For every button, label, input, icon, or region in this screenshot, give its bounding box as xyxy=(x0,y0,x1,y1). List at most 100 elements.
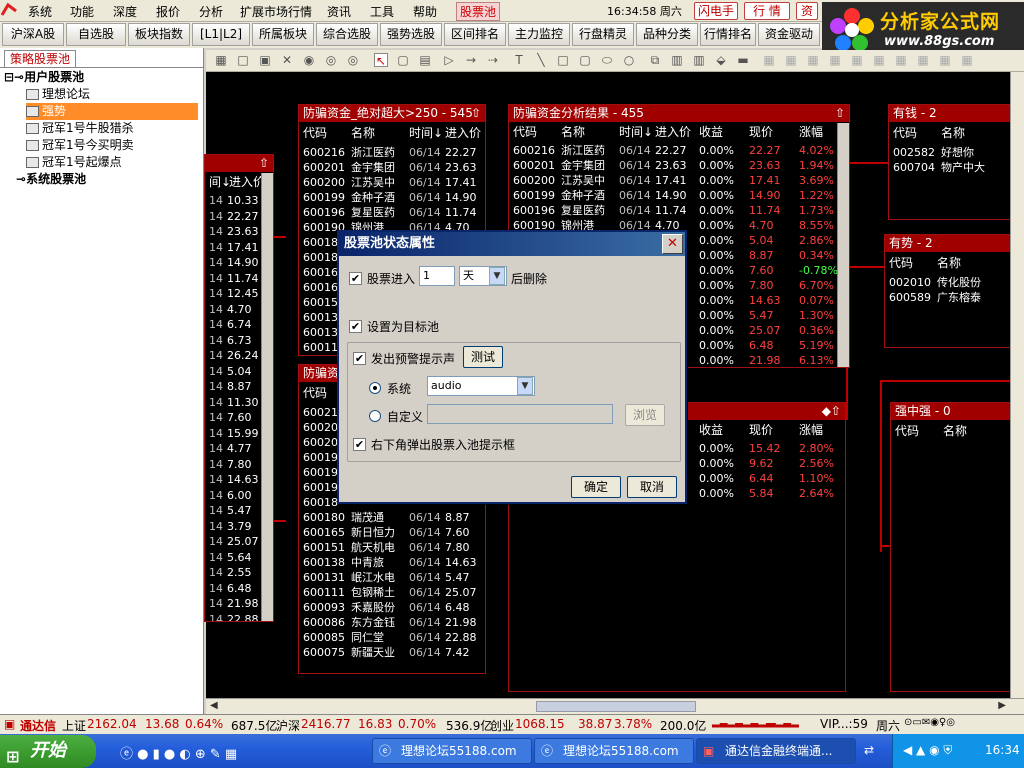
tab-combined-select[interactable]: 综合选股 xyxy=(316,23,378,46)
days-input[interactable]: 1 xyxy=(419,266,455,286)
popup-checkbox[interactable]: ✔ xyxy=(353,438,366,451)
test-button[interactable]: 测试 xyxy=(463,346,503,368)
close-button[interactable]: ✕ xyxy=(662,234,683,254)
col-header[interactable]: 代码 xyxy=(889,254,913,271)
col-header[interactable]: 进入价 xyxy=(229,173,265,190)
tree-item-champion-2[interactable]: 冠军1号今买明卖 xyxy=(26,137,134,154)
col-header[interactable]: 进入价 xyxy=(445,124,481,141)
taskbar-item-browser-1[interactable]: ⓔ 理想论坛55188.com xyxy=(372,738,532,764)
quicklaunch-icons[interactable]: ⓔ ● ▮ ● ◐ ⊕ ✎ ▦ xyxy=(120,743,237,762)
rect-icon[interactable]: □ xyxy=(556,53,570,67)
stop-icon[interactable]: ◎ xyxy=(346,53,360,67)
align-icon[interactable]: ▦ xyxy=(960,53,974,67)
tree-item-lixiang[interactable]: 理想论坛 xyxy=(26,86,90,103)
menu-stock-pool[interactable]: 股票池 xyxy=(456,2,501,21)
custom-radio[interactable] xyxy=(369,410,381,422)
col-header[interactable]: 涨幅 xyxy=(799,421,823,438)
col-header[interactable]: 时间↓ xyxy=(619,123,653,140)
col-header[interactable]: 现价 xyxy=(749,123,773,140)
cancel-button[interactable]: 取消 xyxy=(627,476,677,498)
tab-main-monitor[interactable]: 主力监控 xyxy=(508,23,570,46)
dialog-title-bar[interactable]: 股票池状态属性 xyxy=(339,232,685,256)
align-icon[interactable]: ▦ xyxy=(916,53,930,67)
align-icon[interactable]: ▦ xyxy=(894,53,908,67)
menu-news[interactable]: 资讯 xyxy=(327,3,351,20)
pool-panel-left[interactable]: ⇧ 间↓ 进入价 14 10.33 14 22.27 14 23.63 14 17.41 14 1… xyxy=(204,154,274,622)
tab-sector-index[interactable]: 板块指数 xyxy=(128,23,190,46)
start-button[interactable]: ⊞ 开始 xyxy=(0,735,96,768)
col-header[interactable]: 涨幅 xyxy=(799,123,823,140)
up-arrow-icon[interactable]: ◆⇧ xyxy=(822,403,841,420)
align-icon[interactable]: ▦ xyxy=(762,53,776,67)
flash-trade-button[interactable]: 闪电手 xyxy=(694,2,738,20)
line-icon[interactable]: ╲ xyxy=(534,53,548,67)
ellipse-icon[interactable]: ⬭ xyxy=(600,53,614,67)
chevron-down-icon[interactable]: ▼ xyxy=(517,377,533,395)
menu-depth[interactable]: 深度 xyxy=(113,3,137,20)
scroll-left-icon[interactable]: ◀ xyxy=(210,700,218,711)
browse-button[interactable]: 浏览 xyxy=(625,404,665,426)
align-icon[interactable]: ▦ xyxy=(806,53,820,67)
col-header[interactable]: 现价 xyxy=(749,421,773,438)
col-header[interactable]: 代码 xyxy=(893,124,917,141)
col-header[interactable]: 名称 xyxy=(561,123,585,140)
paint-icon[interactable]: ⬙ xyxy=(714,53,728,67)
col-header[interactable]: 代码 xyxy=(513,123,537,140)
tab-market-sprite[interactable]: 行盘精灵 xyxy=(572,23,634,46)
col-header[interactable]: 时间↓ xyxy=(409,124,443,141)
triangle-icon[interactable]: ▷ xyxy=(442,53,456,67)
col-header[interactable]: 代码 xyxy=(895,422,919,439)
tab-l1-l2[interactable]: [L1|L2] xyxy=(192,23,250,46)
link-icon[interactable]: ⇢ xyxy=(486,53,500,67)
tree-system-pool[interactable]: ⊸系统股票池 xyxy=(16,171,86,188)
up-arrow-icon[interactable]: ⇧ xyxy=(471,105,481,122)
menu-extended-market[interactable]: 扩展市场行情 xyxy=(240,3,312,20)
tray-icons[interactable]: ◀ ▲ ◉ ⛨ xyxy=(903,743,952,758)
copy-icon[interactable]: ⧉ xyxy=(648,53,662,67)
col-header[interactable]: 代码 xyxy=(303,124,327,141)
menu-quote[interactable]: 报价 xyxy=(156,3,180,20)
align-icon[interactable]: ▦ xyxy=(872,53,886,67)
tree-item-champion-3[interactable]: 冠军1号起爆点 xyxy=(26,154,122,171)
tab-quote-rank[interactable]: 行情排名 xyxy=(700,23,756,46)
taskbar-toggle[interactable]: ⇄ xyxy=(864,743,874,757)
scrollbar[interactable] xyxy=(261,173,273,621)
taskbar-item-tdx[interactable]: ▣ 通达信金融终端通... xyxy=(696,738,856,764)
info-button[interactable]: 资 xyxy=(796,2,818,20)
scroll-thumb[interactable] xyxy=(536,701,696,712)
menu-function[interactable]: 功能 xyxy=(70,3,94,20)
tree-item-champion-1[interactable]: 冠军1号牛股猎杀 xyxy=(26,120,134,137)
tree-user-pool[interactable]: ⊟⊸用户股票池 xyxy=(4,69,84,86)
tab-sector[interactable]: 所属板块 xyxy=(252,23,314,46)
tab-range-rank[interactable]: 区间排名 xyxy=(444,23,506,46)
target-pool-checkbox[interactable]: ✔ xyxy=(349,320,362,333)
circle-icon[interactable]: ○ xyxy=(622,53,636,67)
up-arrow-icon[interactable]: ⇧ xyxy=(259,155,269,172)
tab-capital-drive[interactable]: 资金驱动 xyxy=(758,23,820,46)
col-header[interactable]: 名称 xyxy=(941,124,965,141)
tray-icons[interactable]: ⊙▭✉◉♀◎ xyxy=(904,717,955,728)
arrow-icon[interactable]: → xyxy=(464,53,478,67)
col-header[interactable]: 收益 xyxy=(699,421,723,438)
tab-hs-a[interactable]: 沪深A股 xyxy=(2,23,64,46)
col-header[interactable]: 名称 xyxy=(937,254,961,271)
doc-icon[interactable]: ▤ xyxy=(418,53,432,67)
tab-category[interactable]: 品种分类 xyxy=(636,23,698,46)
menu-system[interactable]: 系统 xyxy=(28,3,52,20)
align-icon[interactable]: ▦ xyxy=(828,53,842,67)
shape-icon[interactable]: ▢ xyxy=(396,53,410,67)
menu-help[interactable]: 帮助 xyxy=(413,3,437,20)
tab-watchlist[interactable]: 自选股 xyxy=(66,23,126,46)
tab-strategy-pool[interactable]: 策略股票池 xyxy=(4,50,76,68)
grid-icon[interactable]: ▦ xyxy=(214,53,228,67)
paste-icon[interactable]: ▥ xyxy=(670,53,684,67)
align-icon[interactable]: ▦ xyxy=(784,53,798,67)
clip-icon[interactable]: ▥ xyxy=(692,53,706,67)
line-width-icon[interactable]: ▬ xyxy=(736,53,750,67)
custom-sound-input[interactable] xyxy=(427,404,613,424)
vertical-scrollbar[interactable] xyxy=(1010,72,1024,698)
align-icon[interactable]: ▦ xyxy=(850,53,864,67)
save-icon[interactable]: ▣ xyxy=(258,53,272,67)
pool-panel-youshi[interactable]: 有势 - 2 代码 名称 002010 传化股份 600589 广东榕泰 xyxy=(884,234,1012,348)
sound-select[interactable]: audio ▼ xyxy=(427,376,535,396)
